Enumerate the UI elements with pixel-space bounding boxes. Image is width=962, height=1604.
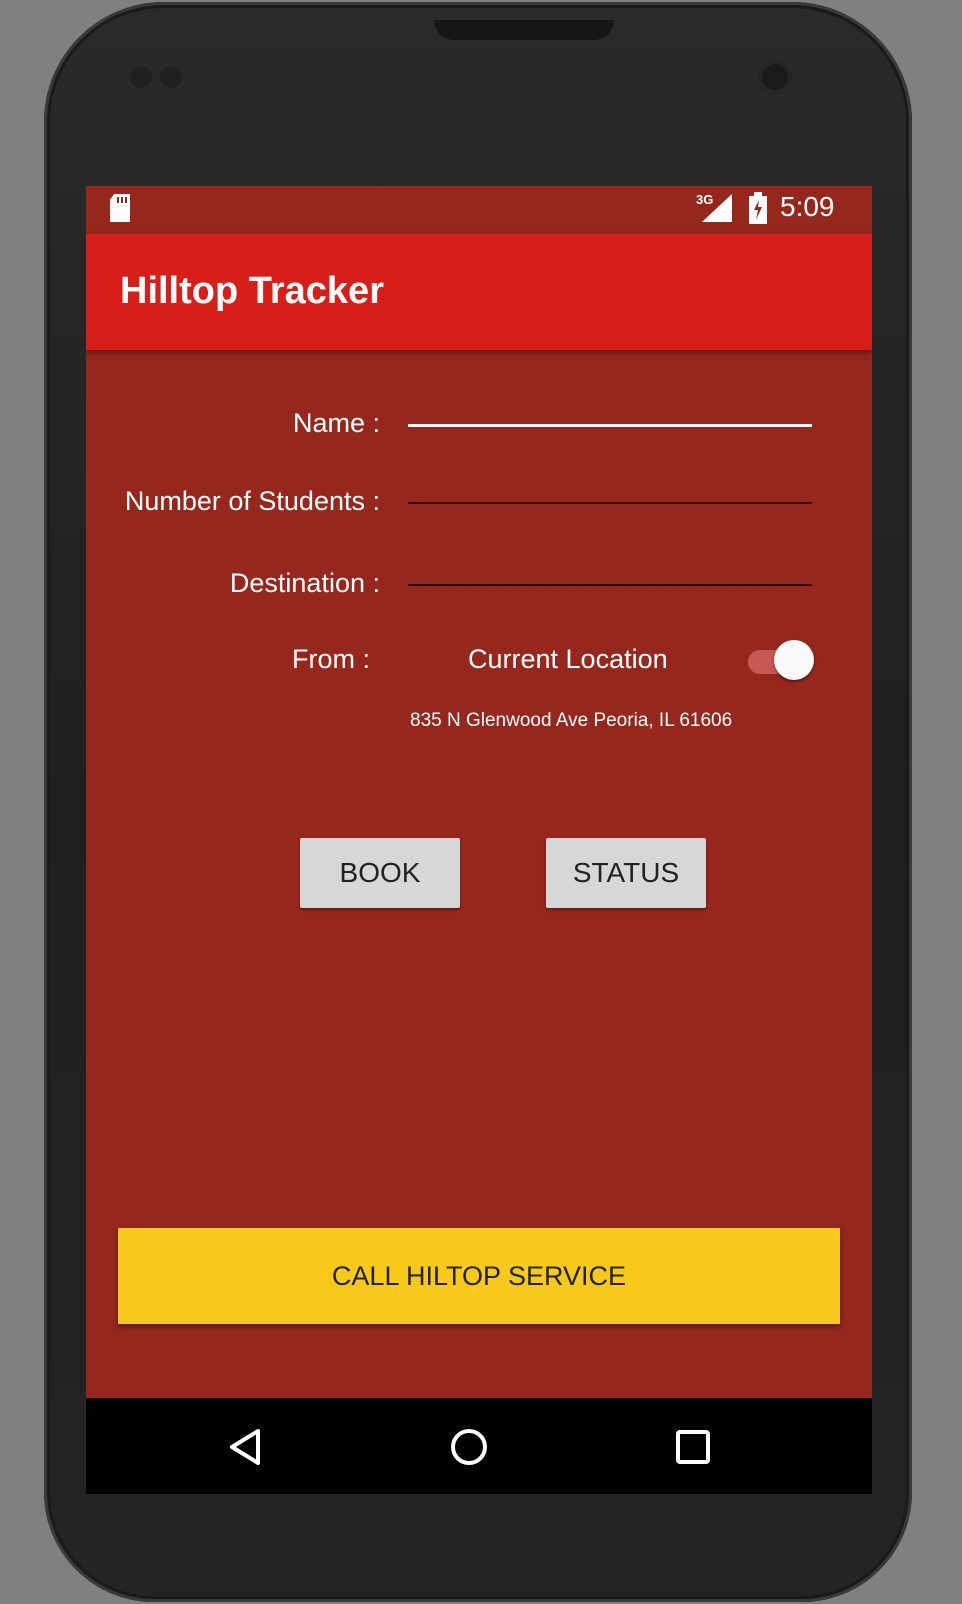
destination-label: Destination : (229, 568, 380, 598)
destination-input-underline (408, 584, 812, 586)
from-label: From : (292, 644, 370, 674)
students-input-underline (408, 502, 812, 504)
back-icon[interactable] (228, 1428, 262, 1466)
app-screen: 3G 5:09 Hilltop Tracker Name : Number of… (86, 186, 872, 1494)
call-hilltop-service-button[interactable]: CALL HILTOP SERVICE (118, 1228, 840, 1324)
clock: 5:09 (780, 191, 835, 222)
status-button[interactable]: STATUS (546, 838, 706, 908)
name-input-underline (408, 424, 812, 427)
status-bar: 3G 5:09 (86, 186, 872, 234)
earpiece-speaker (434, 20, 614, 40)
app-bar: Hilltop Tracker (86, 234, 872, 350)
current-location-toggle[interactable] (748, 640, 814, 682)
name-input[interactable] (408, 396, 812, 432)
home-icon[interactable] (450, 1428, 488, 1466)
students-input[interactable] (408, 476, 812, 512)
toggle-thumb (774, 640, 814, 680)
recents-icon[interactable] (676, 1430, 710, 1464)
name-label: Name : (292, 408, 380, 438)
front-camera (758, 60, 792, 94)
current-location-label: Current Location (468, 644, 668, 674)
navigation-bar (86, 1398, 872, 1494)
app-title: Hilltop Tracker (120, 270, 384, 312)
sensor-dot (160, 66, 182, 88)
signal-icon (702, 194, 732, 222)
sensor-dot (130, 66, 152, 88)
battery-icon (749, 192, 767, 224)
students-label: Number of Students : (124, 486, 380, 516)
address-text: 835 N Glenwood Ave Peoria, IL 61606 (410, 710, 733, 731)
book-button[interactable]: BOOK (300, 838, 460, 908)
sd-card-icon (110, 194, 130, 222)
destination-input[interactable] (408, 558, 812, 594)
